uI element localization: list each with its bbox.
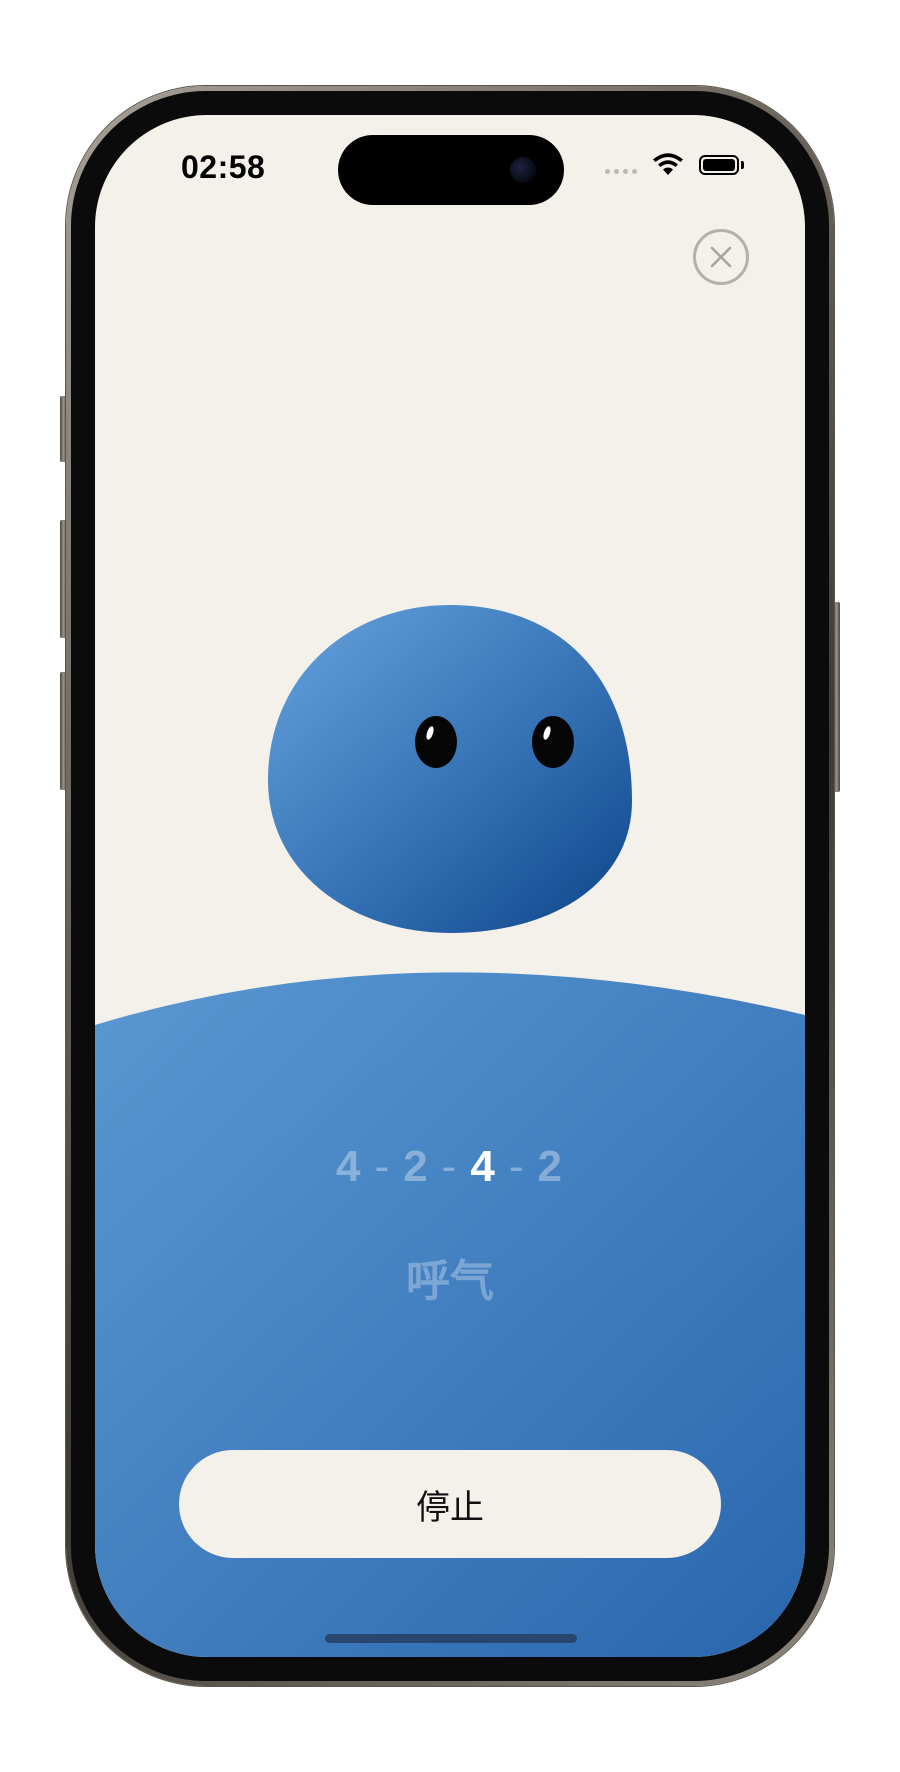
stop-button[interactable]: 停止 <box>179 1450 721 1558</box>
pattern-separator: - <box>441 1142 459 1191</box>
left-eye <box>415 716 457 768</box>
pattern-step: 2 <box>403 1142 430 1191</box>
close-button[interactable] <box>693 229 749 285</box>
power-button <box>833 602 840 792</box>
device-mockup: 02:58 4 - 2 - 4 - 2 呼气 停止 <box>0 0 900 1772</box>
status-time: 02:58 <box>181 149 266 185</box>
breathing-phase-label: 呼气 <box>406 1256 494 1307</box>
signal-dots-icon <box>605 169 637 174</box>
wifi-icon <box>653 153 683 175</box>
pattern-step: 2 <box>537 1142 564 1191</box>
blue-blob-character <box>268 605 632 933</box>
camera-icon <box>510 157 536 183</box>
battery-tip <box>741 161 744 169</box>
stop-button-label: 停止 <box>416 1487 484 1528</box>
pattern-separator: - <box>508 1142 526 1191</box>
app-screen: 02:58 4 - 2 - 4 - 2 呼气 停止 <box>95 115 805 1657</box>
battery-icon <box>699 155 739 175</box>
pattern-step: 4 <box>336 1142 363 1191</box>
close-x-icon <box>710 246 732 268</box>
right-eye <box>532 716 574 768</box>
home-indicator[interactable] <box>325 1634 577 1643</box>
dynamic-island <box>338 135 564 205</box>
pattern-separator: - <box>374 1142 392 1191</box>
pattern-step-active: 4 <box>470 1142 497 1191</box>
breathing-pattern: 4-2-4-2 <box>95 1142 805 1192</box>
